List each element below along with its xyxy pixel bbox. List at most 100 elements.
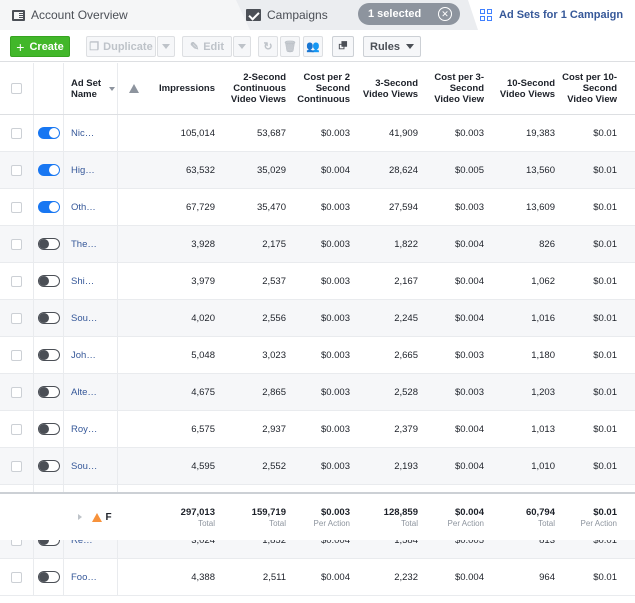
table-row[interactable]: Shi… 3,979 2,537 $0.003 2,167 $0.004 1,062 $0.0…	[0, 263, 635, 300]
table-row[interactable]: Sou… 4,020 2,556 $0.003 2,245 $0.004 1,016 $0.0…	[0, 300, 635, 337]
duplicate-dropdown-button[interactable]	[157, 36, 175, 57]
adset-name-link[interactable]: Sou…	[64, 448, 118, 484]
adset-name-link[interactable]: Nic…	[64, 115, 118, 151]
select-all-checkbox[interactable]	[11, 83, 22, 94]
row-checkbox[interactable]	[11, 201, 22, 213]
adset-name-link[interactable]: Hig…	[64, 152, 118, 188]
table-row[interactable]: Joh… 5,048 3,023 $0.003 2,665 $0.003 1,180 $0.0…	[0, 337, 635, 374]
duplicate-label: Duplicate	[103, 40, 153, 53]
cost-10s-cell: $0.01	[593, 164, 617, 176]
row-checkbox[interactable]	[11, 460, 22, 472]
cost-10s-cell: $0.01	[593, 460, 617, 472]
status-toggle[interactable]	[37, 349, 60, 361]
row-checkbox[interactable]	[11, 275, 22, 287]
views-2s-cell: 2,937	[262, 423, 286, 435]
preview-button[interactable]: ⮻	[332, 36, 354, 57]
undo-button[interactable]: ↻	[258, 36, 278, 57]
col-header-impressions[interactable]: Impressions	[150, 63, 219, 114]
total-2s-views: 159,719 Total	[251, 506, 286, 528]
views-3s-cell: 28,624	[388, 164, 418, 176]
delete-button[interactable]: 🗑	[280, 36, 300, 57]
status-toggle[interactable]	[37, 238, 60, 250]
views-3s-cell: 41,909	[388, 127, 418, 139]
col-header-2s-views[interactable]: 2-Second Continuous Video Views	[219, 63, 290, 114]
table-row[interactable]: The… 3,928 2,175 $0.003 1,822 $0.004 826 $0.01	[0, 226, 635, 263]
row-checkbox[interactable]	[11, 423, 22, 435]
toolbar: + Create ❐ Duplicate ✎ Edit ↻ 🗑 👥 ⮻ Rule…	[0, 30, 635, 62]
views-3s-cell: 2,193	[394, 460, 418, 472]
row-checkbox[interactable]	[11, 312, 22, 324]
tab-account-label: Account Overview	[31, 8, 128, 22]
edit-dropdown-button[interactable]	[233, 36, 251, 57]
row-toggle-cell	[34, 189, 64, 225]
cost-3s-cell: $0.004	[454, 238, 484, 250]
row-checkbox[interactable]	[11, 386, 22, 398]
total-cost-2s: $0.003 Per Action	[313, 506, 350, 528]
totals-row: F 297,013 Total 159,719 Total $0.003 Per Ac…	[0, 492, 635, 540]
tab-adsets-label: Ad Sets for 1 Campaign	[499, 9, 624, 21]
col-header-cost-2s[interactable]: Cost per 2 Second Continuous	[290, 63, 354, 114]
col-header-cost-10s[interactable]: Cost per 10-Second Video View	[559, 63, 621, 114]
table-row[interactable]: Sou… 4,595 2,552 $0.003 2,193 $0.004 1,010 $0.0…	[0, 448, 635, 485]
col-header-name[interactable]: Ad Set Name	[64, 63, 118, 114]
adsets-grid-icon	[480, 8, 493, 22]
row-checkbox[interactable]	[11, 349, 22, 361]
col-header-cost-3s[interactable]: Cost per 3-Second Video View	[422, 63, 488, 114]
status-toggle[interactable]	[37, 571, 60, 583]
status-toggle[interactable]	[37, 201, 60, 213]
table-row[interactable]: Alte… 4,675 2,865 $0.003 2,528 $0.003 1,203 $0.…	[0, 374, 635, 411]
col-header-10s-views[interactable]: 10-Second Video Views	[488, 63, 559, 114]
col-header-delivery[interactable]	[118, 63, 150, 114]
adset-name-link[interactable]: The…	[64, 226, 118, 262]
audience-button[interactable]: 👥	[303, 36, 323, 57]
account-icon	[12, 9, 25, 21]
status-toggle[interactable]	[37, 386, 60, 398]
delivery-cell	[118, 559, 150, 595]
cost-2s-cell: $0.003	[320, 312, 350, 324]
preview-icon: ⮻	[338, 40, 348, 52]
tab-adsets[interactable]: Ad Sets for 1 Campaign	[468, 0, 635, 30]
adset-name-link[interactable]: Oth…	[64, 189, 118, 225]
duplicate-button[interactable]: ❐ Duplicate	[86, 36, 156, 57]
status-toggle[interactable]	[37, 275, 60, 287]
adset-name-link[interactable]: Sou…	[64, 300, 118, 336]
row-checkbox[interactable]	[11, 127, 22, 139]
adset-name-link[interactable]: Joh…	[64, 337, 118, 373]
table-row[interactable]: Oth… 67,729 35,470 $0.003 27,594 $0.003 13,609…	[0, 189, 635, 226]
adset-name-link[interactable]: Foo…	[64, 559, 118, 595]
row-checkbox[interactable]	[11, 164, 22, 176]
adset-name-link[interactable]: Shi…	[64, 263, 118, 299]
views-3s-cell: 2,665	[394, 349, 418, 361]
total-cost-10s: $0.01 Per Action	[580, 506, 617, 528]
delivery-cell	[118, 448, 150, 484]
row-select-cell	[0, 337, 34, 373]
selected-badge[interactable]: 1 selected ✕	[358, 3, 460, 25]
status-toggle[interactable]	[37, 423, 60, 435]
status-toggle[interactable]	[37, 127, 60, 139]
row-checkbox[interactable]	[11, 571, 22, 583]
status-toggle[interactable]	[37, 164, 60, 176]
edit-button[interactable]: ✎ Edit	[182, 36, 232, 57]
views-2s-cell: 2,552	[262, 460, 286, 472]
table-row[interactable]: Foo… 4,388 2,511 $0.004 2,232 $0.004 964 $0.01	[0, 559, 635, 596]
col-header-3s-views[interactable]: 3-Second Video Views	[354, 63, 422, 114]
create-button[interactable]: + Create	[10, 36, 70, 57]
status-toggle[interactable]	[37, 460, 60, 472]
table-row[interactable]: Roy… 6,575 2,937 $0.003 2,379 $0.004 1,013 $0.0…	[0, 411, 635, 448]
clear-selection-icon[interactable]: ✕	[438, 7, 452, 21]
status-toggle[interactable]	[37, 312, 60, 324]
adset-name-link[interactable]: Roy…	[64, 411, 118, 447]
views-10s-cell: 13,560	[525, 164, 555, 176]
row-checkbox[interactable]	[11, 238, 22, 250]
views-10s-cell: 19,383	[525, 127, 555, 139]
chevron-down-icon	[162, 44, 170, 49]
sort-icon[interactable]	[109, 86, 115, 91]
expand-icon[interactable]	[78, 514, 83, 520]
row-toggle-cell	[34, 337, 64, 373]
adset-name-link[interactable]: Alte…	[64, 374, 118, 410]
table-row[interactable]: Nic… 105,014 53,687 $0.003 41,909 $0.003 19,38…	[0, 115, 635, 152]
table-row[interactable]: Hig… 63,532 35,029 $0.004 28,624 $0.005 13,560…	[0, 152, 635, 189]
tab-account-overview[interactable]: Account Overview	[12, 0, 128, 30]
rules-button[interactable]: Rules	[363, 36, 421, 57]
row-select-cell	[0, 374, 34, 410]
